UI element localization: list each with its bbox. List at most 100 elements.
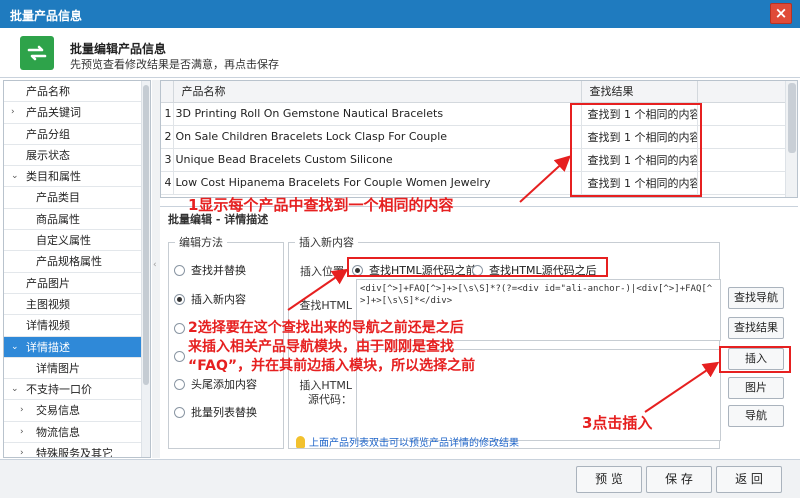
refresh-arrows-icon (20, 36, 54, 70)
sidebar-item[interactable]: 产品规格属性 (4, 251, 150, 273)
chevron-right-icon[interactable]: › (11, 102, 15, 123)
table-header-result[interactable]: 查找结果 (581, 81, 698, 103)
hint-text: 上面产品列表双击可以预览产品详情的修改结果 (296, 434, 519, 449)
sidebar-item[interactable]: ⌄ 类目和属性 (4, 166, 150, 188)
sidebar-item[interactable]: ⌄ 详情描述 (4, 336, 150, 358)
table-header-name[interactable]: 产品名称 (173, 81, 582, 103)
sidebar-item[interactable]: › 特殊服务及其它 (4, 443, 150, 458)
annotation-2-line2: 来插入相关产品导航模块，由于刚刚是查找 (188, 339, 454, 355)
sidebar-item[interactable]: ⌄ 不支持一口价 (4, 379, 150, 401)
row-blank (697, 125, 792, 149)
header-subtitle: 先预览查看修改结果是否满意，再点击保存 (70, 58, 279, 71)
row-index: 1 (161, 102, 174, 126)
sidebar-item-label: 特殊服务及其它 (36, 447, 113, 458)
row-index: 3 (161, 148, 174, 172)
radio-checked-icon (174, 293, 185, 305)
preview-button[interactable]: 预 览 (576, 466, 642, 493)
insert-html-label-line2: 源代码： (308, 393, 352, 406)
annotation-3: 3点击插入 (582, 414, 653, 432)
row-blank (697, 102, 792, 126)
annotation-box-insert (719, 346, 791, 373)
radio-unchecked-icon (174, 378, 185, 390)
sidebar-scroll-thumb[interactable] (143, 85, 149, 385)
edit-method-radio[interactable]: 插入新内容 (174, 291, 246, 307)
sidebar-item[interactable]: 详情视频 (4, 315, 150, 337)
sidebar-item[interactable]: 产品图片 (4, 273, 150, 294)
table-scrollbar[interactable] (785, 81, 797, 197)
sidebar: 产品名称 › 产品关键词 产品分组 展示状态 ⌄ 类目和属性 产品类目 商品属性 自定义属性 产品规… (3, 80, 151, 458)
row-blank (697, 148, 792, 172)
lightbulb-icon (296, 435, 305, 448)
sidebar-item-label: 物流信息 (36, 425, 80, 439)
close-button[interactable]: × (770, 3, 792, 24)
row-product-name[interactable]: Low Cost Hipanema Bracelets For Couple W… (173, 171, 582, 195)
title-bar: 批量产品信息 × (0, 0, 800, 28)
radio-unchecked-icon (174, 264, 185, 276)
table-scroll-thumb[interactable] (788, 83, 796, 153)
row-index: 4 (161, 171, 174, 195)
sidebar-item[interactable]: 主图视频 (4, 294, 150, 316)
product-table: 产品名称 查找结果 1 3D Printing Roll On Gemstone… (160, 80, 798, 198)
table-header-index (161, 81, 174, 103)
edit-method-radio[interactable]: 查找并替换 (174, 262, 246, 278)
edit-method-radio[interactable]: 头尾添加内容 (174, 376, 257, 392)
sidebar-item[interactable]: › 物流信息 (4, 422, 150, 444)
sidebar-item[interactable]: 商品属性 (4, 209, 150, 231)
annotation-2-line3: “FAQ”，并在其前边插入模块，所以选择之前 (188, 358, 476, 374)
sidebar-scrollbar[interactable] (141, 81, 150, 457)
chevron-down-icon[interactable]: ⌄ (11, 337, 19, 358)
find-result-button[interactable]: 查找结果 (728, 317, 784, 339)
edit-method-label: 查找并替换 (191, 264, 246, 277)
sidebar-item-label: 产品规格属性 (36, 255, 102, 269)
sidebar-item[interactable]: 产品类目 (4, 187, 150, 209)
sidebar-item[interactable]: 展示状态 (4, 145, 150, 167)
header-title: 批量编辑产品信息 (70, 42, 167, 56)
sidebar-item-label: 详情视频 (26, 319, 70, 333)
radio-unchecked-icon (174, 350, 185, 362)
sidebar-item-label: 类目和属性 (26, 170, 81, 184)
sidebar-item-label: 产品分组 (26, 127, 70, 141)
header: 批量编辑产品信息 先预览查看修改结果是否满意，再点击保存 (0, 28, 800, 78)
window-title: 批量产品信息 (10, 9, 83, 23)
splitter[interactable]: ‹ (152, 80, 160, 458)
sidebar-item[interactable]: 自定义属性 (4, 230, 150, 252)
radio-unchecked-icon (174, 322, 185, 334)
edit-method-radio[interactable]: 批量列表替换 (174, 404, 257, 420)
find-html-label: 查找HTML (299, 299, 352, 312)
nav-button[interactable]: 导航 (728, 405, 784, 427)
back-button[interactable]: 返 回 (716, 466, 782, 493)
row-product-name[interactable]: 3D Printing Roll On Gemstone Nautical Br… (173, 102, 582, 126)
collapse-arrow-icon[interactable]: ‹ (153, 260, 157, 270)
sidebar-item-label: 产品名称 (26, 85, 70, 98)
radio-unchecked-icon (174, 406, 185, 418)
sidebar-item-label: 商品属性 (36, 212, 80, 226)
annotation-1: 1显示每个产品中查找到一个相同的内容 (188, 196, 454, 214)
footer-bar: 预 览 保 存 返 回 (0, 459, 800, 498)
sidebar-item-label: 产品类目 (36, 191, 80, 205)
edit-method-label: 批量列表替换 (191, 406, 257, 419)
chevron-down-icon[interactable]: ⌄ (11, 166, 19, 187)
sidebar-item[interactable]: › 产品关键词 (4, 102, 150, 124)
insert-legend: 插入新内容 (299, 236, 354, 249)
sidebar-item-label: 详情描述 (26, 340, 70, 354)
image-button[interactable]: 图片 (728, 377, 784, 399)
annotation-2-line1: 2选择要在这个查找出来的导航之前还是之后 (188, 320, 464, 336)
chevron-right-icon[interactable]: › (20, 422, 24, 443)
chevron-down-icon[interactable]: ⌄ (11, 379, 19, 400)
annotation-box-position (347, 257, 608, 277)
sidebar-item[interactable]: 产品名称 (4, 81, 150, 103)
sidebar-item[interactable]: › 交易信息 (4, 400, 150, 422)
edit-method-label: 头尾添加内容 (191, 378, 257, 391)
chevron-right-icon[interactable]: › (20, 443, 24, 457)
row-product-name[interactable]: Unique Bead Bracelets Custom Silicone (173, 148, 582, 172)
save-button[interactable]: 保 存 (646, 466, 712, 493)
sidebar-item[interactable]: 详情图片 (4, 358, 150, 380)
find-nav-button[interactable]: 查找导航 (728, 287, 784, 309)
chevron-right-icon[interactable]: › (20, 400, 24, 421)
row-product-name[interactable]: On Sale Children Bracelets Lock Clasp Fo… (173, 125, 582, 149)
sidebar-item-label: 自定义属性 (36, 234, 91, 248)
row-index: 2 (161, 125, 174, 149)
sidebar-item[interactable]: 产品分组 (4, 124, 150, 145)
sidebar-list: 产品名称 › 产品关键词 产品分组 展示状态 ⌄ 类目和属性 产品类目 商品属性 自定义属性 产品规… (4, 81, 150, 458)
sidebar-item-label: 主图视频 (26, 297, 70, 311)
